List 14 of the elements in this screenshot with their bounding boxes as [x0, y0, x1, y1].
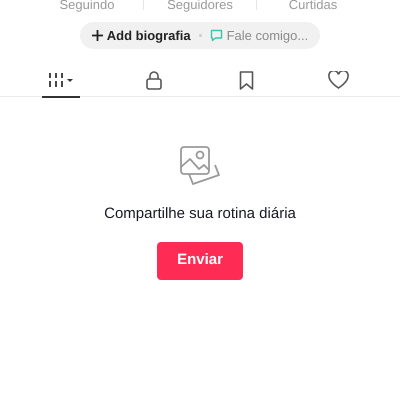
lock-icon	[146, 70, 162, 90]
photos-icon	[179, 145, 221, 187]
stat-label: Seguindo	[58, 0, 116, 14]
empty-message: Compartilhe sua rotina diária	[104, 204, 296, 224]
bookmark-icon	[238, 70, 254, 90]
chat-bubble-icon	[210, 29, 223, 42]
stat-label: Seguidores	[166, 0, 234, 14]
contact-button[interactable]: Fale comigo...	[210, 26, 308, 46]
heart-icon	[328, 71, 350, 89]
grid-view-icon	[48, 73, 74, 87]
add-bio-button[interactable]: Add biografia	[92, 26, 191, 46]
stat-label: Curtidas	[288, 0, 338, 14]
send-button[interactable]: Enviar	[157, 242, 243, 280]
plus-icon	[92, 30, 103, 41]
